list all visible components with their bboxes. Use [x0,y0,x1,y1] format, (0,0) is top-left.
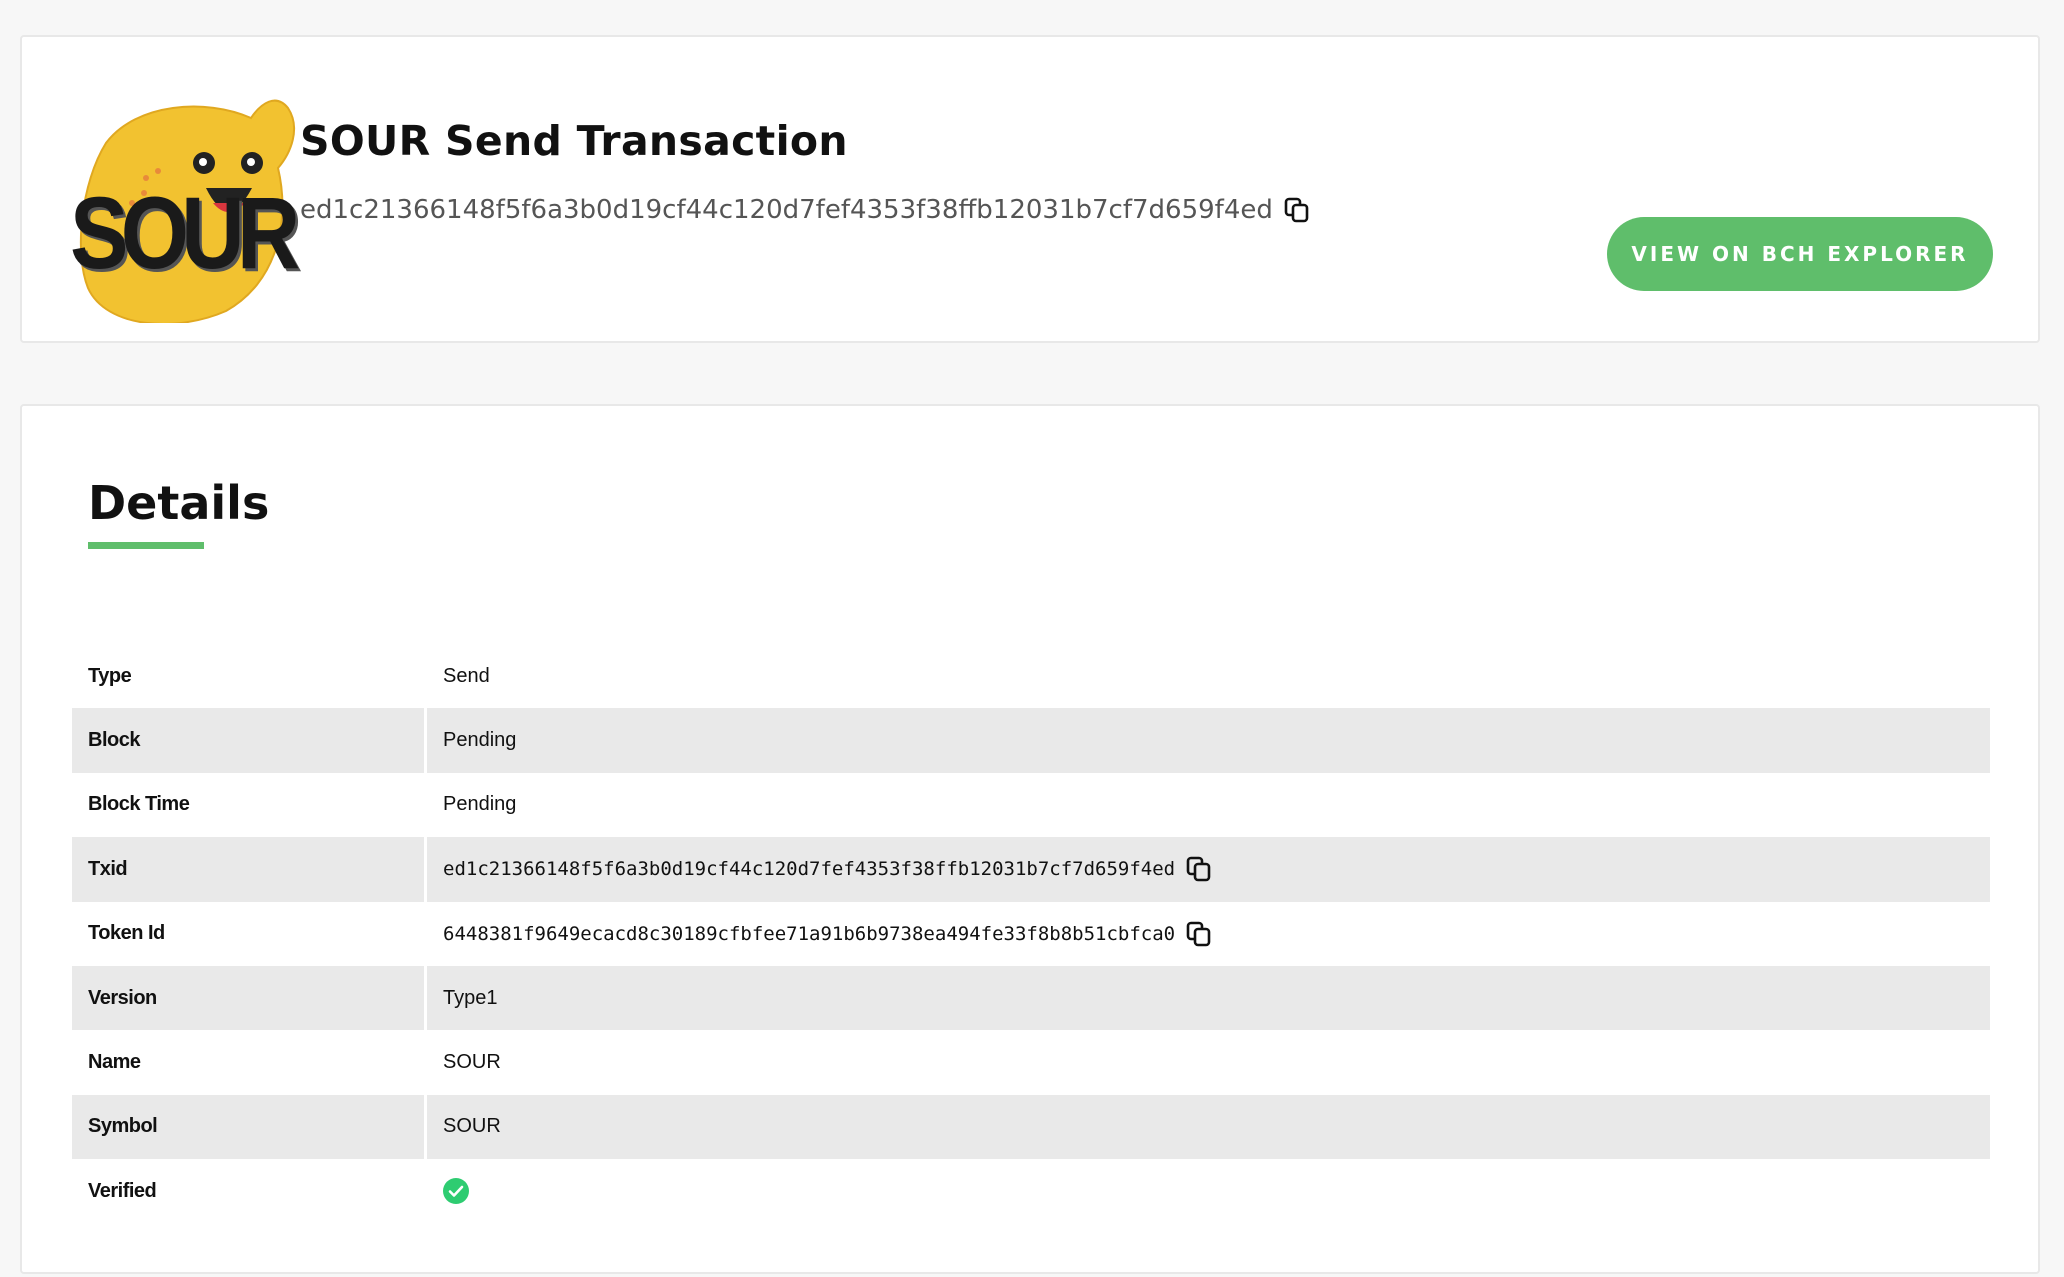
row-label: Block Time [88,793,190,816]
transaction-header-card: SOUR SOUR Send Transaction ed1c21366148f… [20,35,2040,343]
row-label: Txid [72,837,427,902]
table-row-symbol: Symbol SOUR [72,1094,1990,1160]
row-value: Send [443,664,490,687]
copy-icon[interactable] [1185,855,1213,883]
details-card: Details Type Send Block Pending Block Ti… [20,404,2040,1274]
details-table: Type Send Block Pending Block Time Pendi… [72,644,1990,1224]
txid-value: ed1c21366148f5f6a3b0d19cf44c120d7fef4353… [443,858,1176,881]
table-row-verified: Verified [72,1159,1990,1223]
row-label: Verified [88,1179,157,1202]
row-label: Token Id [88,922,165,945]
row-label: Block [72,708,427,773]
heading-underline [88,542,204,549]
copy-icon[interactable] [1185,920,1213,948]
row-value: SOUR [443,1115,501,1138]
row-label: Type [88,664,132,687]
transaction-hash: ed1c21366148f5f6a3b0d19cf44c120d7fef4353… [300,195,1273,225]
table-row-txid: Txid ed1c21366148f5f6a3b0d19cf44c120d7fe… [72,837,1990,902]
row-value: Pending [443,793,517,816]
token-logo-wordmark: SOUR [70,176,300,290]
row-label: Symbol [72,1094,427,1160]
transaction-hash-line: ed1c21366148f5f6a3b0d19cf44c120d7fef4353… [300,195,1311,225]
table-row-type: Type Send [72,644,1990,708]
row-value: Pending [443,729,517,752]
copy-icon[interactable] [1283,196,1311,224]
details-heading: Details [88,476,270,530]
page-title: SOUR Send Transaction [300,117,848,165]
token-id-value: 6448381f9649ecacd8c30189cfbfee71a91b6b97… [443,922,1176,945]
table-row-block: Block Pending [72,708,1990,773]
view-on-explorer-button[interactable]: VIEW ON BCH EXPLORER [1607,217,1993,291]
table-row-block-time: Block Time Pending [72,773,1990,837]
row-value: SOUR [443,1051,501,1074]
row-value-cell [427,1159,1990,1223]
row-value-cell: 6448381f9649ecacd8c30189cfbfee71a91b6b97… [427,902,1990,966]
row-value-cell: ed1c21366148f5f6a3b0d19cf44c120d7fef4353… [427,837,1990,901]
table-row-name: Name SOUR [72,1030,1990,1094]
table-row-token-id: Token Id 6448381f9649ecacd8c30189cfbfee7… [72,902,1990,966]
row-label: Name [88,1051,141,1074]
row-value: Type1 [443,986,498,1009]
check-circle-icon [443,1178,469,1205]
row-label: Version [72,965,427,1031]
table-row-version: Version Type1 [72,965,1990,1031]
